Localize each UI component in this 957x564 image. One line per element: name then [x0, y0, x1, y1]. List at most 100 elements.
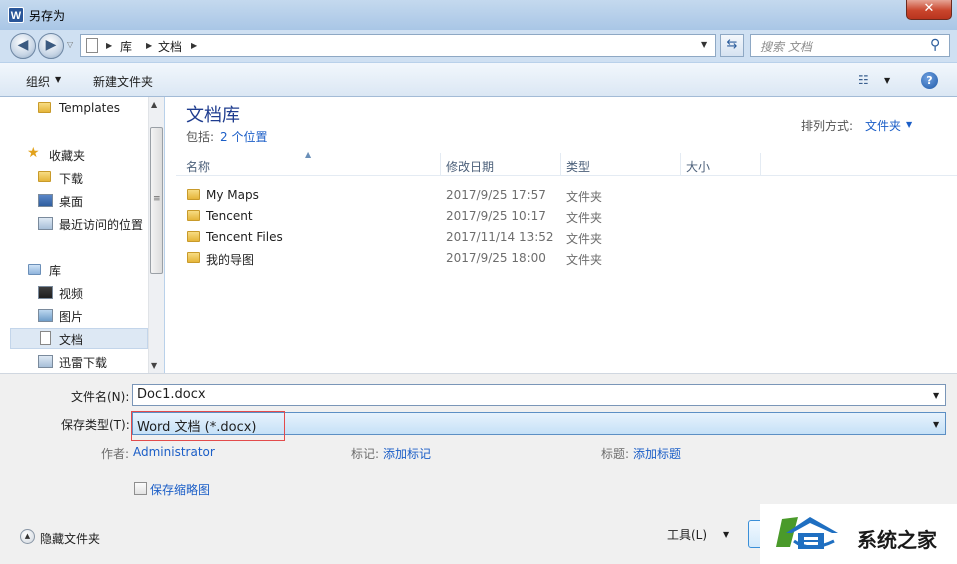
video-icon — [38, 286, 53, 299]
refresh-icon: ⇆ — [726, 37, 738, 52]
nav-item-pictures[interactable]: 图片 — [59, 308, 83, 325]
save-thumbnail-checkbox[interactable] — [134, 482, 147, 495]
chevron-up-icon[interactable]: ▲ — [20, 529, 35, 544]
column-divider[interactable] — [680, 153, 681, 176]
nav-item-favorites[interactable]: 收藏夹 — [49, 147, 85, 164]
column-header-type[interactable]: 类型 — [566, 158, 590, 175]
nav-item-templates[interactable]: Templates — [59, 101, 120, 115]
word-app-icon: W — [8, 7, 24, 23]
arrow-right-icon: ▶ — [45, 37, 57, 53]
chevron-right-icon[interactable]: ▶ — [146, 41, 152, 50]
column-divider[interactable] — [440, 153, 441, 176]
add-tags-link[interactable]: 添加标记 — [383, 445, 431, 462]
breadcrumb-documents[interactable]: 文档 — [158, 38, 182, 55]
library-icon — [28, 264, 41, 275]
library-locations-link[interactable]: 2 个位置 — [220, 128, 267, 145]
file-type: 文件夹 — [566, 232, 603, 246]
file-date: 2017/9/25 18:00 — [446, 251, 546, 265]
nav-item-recent-places[interactable]: 最近访问的位置 — [59, 216, 143, 233]
organize-button[interactable]: 组织 — [26, 73, 50, 90]
file-type: 文件夹 — [566, 211, 603, 225]
caret-down-icon[interactable]: ▼ — [933, 420, 939, 429]
arrange-by-dropdown[interactable]: 文件夹 — [865, 117, 901, 134]
address-dropdown-icon[interactable]: ▼ — [701, 40, 707, 49]
nav-item-libraries[interactable]: 库 — [49, 262, 61, 279]
annotation-highlight-box — [131, 411, 285, 441]
document-icon — [40, 331, 51, 345]
title-bar — [0, 0, 957, 30]
scroll-down-icon[interactable]: ▼ — [151, 361, 157, 370]
breadcrumb-library[interactable]: 库 — [120, 38, 132, 55]
grip-icon: ≡ — [153, 194, 161, 204]
folder-icon — [38, 102, 51, 113]
close-icon: ✕ — [923, 1, 935, 16]
arrow-left-icon: ◀ — [17, 37, 29, 53]
save-thumbnail-label[interactable]: 保存缩略图 — [150, 481, 210, 498]
recent-pages-dropdown-icon[interactable]: ▽ — [67, 40, 77, 52]
close-button[interactable]: ✕ — [906, 0, 952, 20]
column-header-name[interactable]: 名称 — [186, 158, 210, 175]
table-row[interactable]: Tencent Files 2017/11/14 13:52 文件夹 — [180, 227, 780, 248]
recent-places-icon — [38, 217, 53, 230]
caret-down-icon[interactable]: ▼ — [906, 120, 912, 129]
file-name: 我的导图 — [206, 253, 255, 267]
chevron-right-icon[interactable]: ▶ — [106, 41, 112, 50]
star-icon: ★ — [27, 145, 40, 161]
folder-icon — [187, 231, 200, 242]
file-name: My Maps — [206, 188, 259, 202]
title-label: 标题: — [601, 447, 630, 461]
house-logo-icon — [770, 513, 850, 553]
author-value[interactable]: Administrator — [133, 445, 215, 459]
nav-item-desktop[interactable]: 桌面 — [59, 193, 83, 210]
file-type: 文件夹 — [566, 253, 603, 267]
picture-icon — [38, 309, 53, 322]
caret-down-icon[interactable]: ▼ — [55, 75, 61, 84]
search-icon[interactable]: ⚲ — [930, 37, 940, 53]
caret-down-icon[interactable]: ▼ — [933, 391, 939, 400]
back-button[interactable]: ◀ — [10, 33, 36, 59]
scroll-up-icon[interactable]: ▲ — [151, 100, 157, 109]
column-header-size[interactable]: 大小 — [686, 158, 710, 175]
caret-down-icon[interactable]: ▼ — [884, 76, 890, 85]
nav-item-downloads[interactable]: 下载 — [59, 170, 83, 187]
thunder-download-icon — [38, 355, 53, 368]
filename-input[interactable]: Doc1.docx — [132, 384, 946, 406]
file-date: 2017/9/25 10:17 — [446, 209, 546, 223]
table-row[interactable]: My Maps 2017/9/25 17:57 文件夹 — [180, 185, 780, 206]
filename-label: 文件名(N): — [71, 390, 130, 404]
table-row[interactable]: Tencent 2017/9/25 10:17 文件夹 — [180, 206, 780, 227]
folder-icon — [187, 210, 200, 221]
library-includes-label: 包括: — [186, 130, 215, 144]
save-type-label: 保存类型(T): — [61, 418, 130, 432]
desktop-icon — [38, 194, 53, 207]
hide-folders-button[interactable]: 隐藏文件夹 — [40, 530, 100, 547]
nav-item-thunder-download[interactable]: 迅雷下载 — [59, 354, 107, 371]
add-title-link[interactable]: 添加标题 — [633, 445, 681, 462]
arrange-by-label: 排列方式: — [801, 119, 854, 133]
chevron-right-icon[interactable]: ▶ — [191, 41, 197, 50]
sort-ascending-icon: ▲ — [305, 150, 312, 159]
forward-button[interactable]: ▶ — [38, 33, 64, 59]
document-icon — [86, 38, 98, 53]
file-date: 2017/11/14 13:52 — [446, 230, 554, 244]
nav-item-videos[interactable]: 视频 — [59, 285, 83, 302]
library-title: 文档库 — [186, 105, 240, 126]
column-header-date[interactable]: 修改日期 — [446, 158, 494, 175]
author-label: 作者: — [101, 447, 130, 461]
nav-item-documents[interactable]: 文档 — [59, 331, 83, 348]
window-title: 另存为 — [29, 9, 66, 23]
tools-button[interactable]: 工具(L) — [667, 526, 707, 543]
help-icon[interactable]: ? — [921, 72, 938, 89]
refresh-button[interactable]: ⇆ — [720, 34, 744, 57]
folder-icon — [187, 189, 200, 200]
view-options-icon[interactable]: ☷ — [858, 73, 869, 87]
column-divider[interactable] — [760, 153, 761, 176]
download-folder-icon — [38, 171, 51, 182]
watermark-text: 系统之家 — [857, 528, 937, 552]
file-name: Tencent — [206, 209, 253, 223]
new-folder-button[interactable]: 新建文件夹 — [93, 73, 153, 90]
search-placeholder: 搜索 文档 — [760, 40, 812, 54]
table-row[interactable]: 我的导图 2017/9/25 18:00 文件夹 — [180, 248, 780, 269]
caret-down-icon[interactable]: ▼ — [723, 530, 729, 539]
column-divider[interactable] — [560, 153, 561, 176]
